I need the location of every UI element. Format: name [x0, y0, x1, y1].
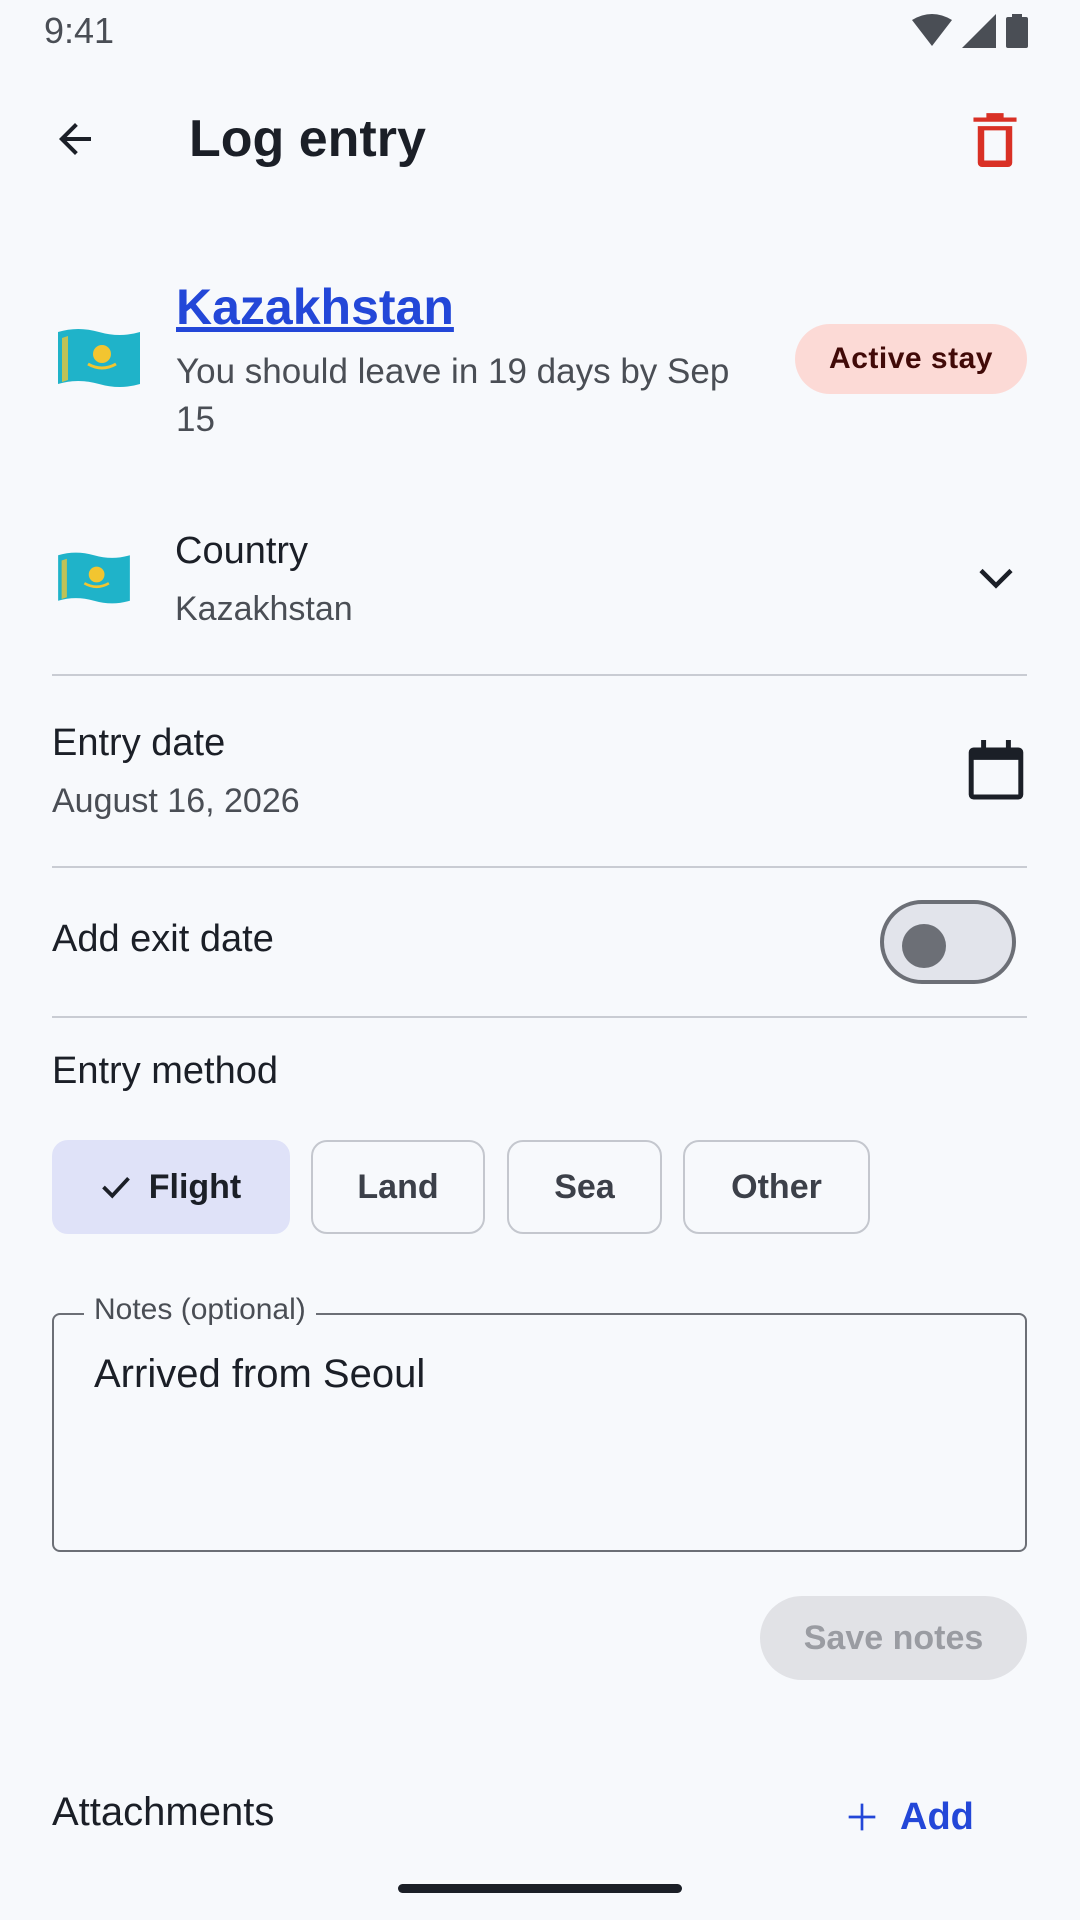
- country-selector[interactable]: Country Kazakhstan: [0, 520, 1080, 638]
- notes-value[interactable]: Arrived from Seoul: [94, 1352, 425, 1397]
- divider: [52, 866, 1027, 868]
- page-title: Log entry: [189, 110, 426, 168]
- plus-icon: [848, 1803, 876, 1831]
- entry-method-label: Entry method: [52, 1050, 278, 1092]
- notes-label: Notes (optional): [84, 1293, 316, 1327]
- chip-label: Flight: [148, 1167, 242, 1206]
- battery-icon: [1006, 14, 1028, 48]
- save-notes-button[interactable]: Save notes: [760, 1596, 1027, 1680]
- delete-button[interactable]: [960, 104, 1030, 174]
- divider: [52, 1016, 1027, 1018]
- chip-flight[interactable]: Flight: [52, 1140, 290, 1234]
- toggle-knob: [902, 924, 946, 968]
- home-indicator[interactable]: [398, 1884, 682, 1893]
- arrow-back-icon: [59, 123, 91, 155]
- wifi-icon: [912, 14, 952, 46]
- add-label: Add: [900, 1795, 974, 1838]
- calendar-icon: [968, 740, 1024, 800]
- chip-label: Sea: [554, 1167, 615, 1206]
- attachments-title: Attachments: [52, 1790, 275, 1834]
- country-link[interactable]: Kazakhstan: [176, 276, 454, 338]
- back-button[interactable]: [40, 104, 110, 174]
- entry-date-field[interactable]: Entry date August 16, 2026: [0, 712, 1080, 828]
- kazakhstan-flag-icon: [58, 552, 130, 604]
- entry-date-value: August 16, 2026: [52, 782, 300, 820]
- chip-sea[interactable]: Sea: [507, 1140, 662, 1234]
- notes-input[interactable]: [52, 1313, 1027, 1552]
- chip-label: Land: [357, 1167, 439, 1206]
- exit-date-toggle[interactable]: [880, 900, 1016, 984]
- kazakhstan-flag-icon: [58, 329, 140, 387]
- divider: [52, 674, 1027, 676]
- trash-icon: [973, 113, 1017, 167]
- status-time: 9:41: [44, 10, 115, 51]
- country-label: Country: [175, 530, 309, 572]
- status-icons: [912, 14, 1028, 48]
- entry-date-label: Entry date: [52, 722, 226, 764]
- status-badge: Active stay: [795, 324, 1027, 394]
- chip-label: Other: [731, 1167, 822, 1206]
- add-exit-date-label: Add exit date: [52, 918, 274, 960]
- signal-icon: [962, 14, 996, 48]
- check-icon: [101, 1175, 131, 1199]
- chip-land[interactable]: Land: [311, 1140, 485, 1234]
- add-attachment-button[interactable]: Add: [846, 1786, 974, 1848]
- chip-other[interactable]: Other: [683, 1140, 870, 1234]
- country-value: Kazakhstan: [175, 590, 353, 628]
- stay-countdown-text: You should leave in 19 days by Sep 15: [176, 352, 730, 439]
- chevron-down-icon: [979, 568, 1013, 589]
